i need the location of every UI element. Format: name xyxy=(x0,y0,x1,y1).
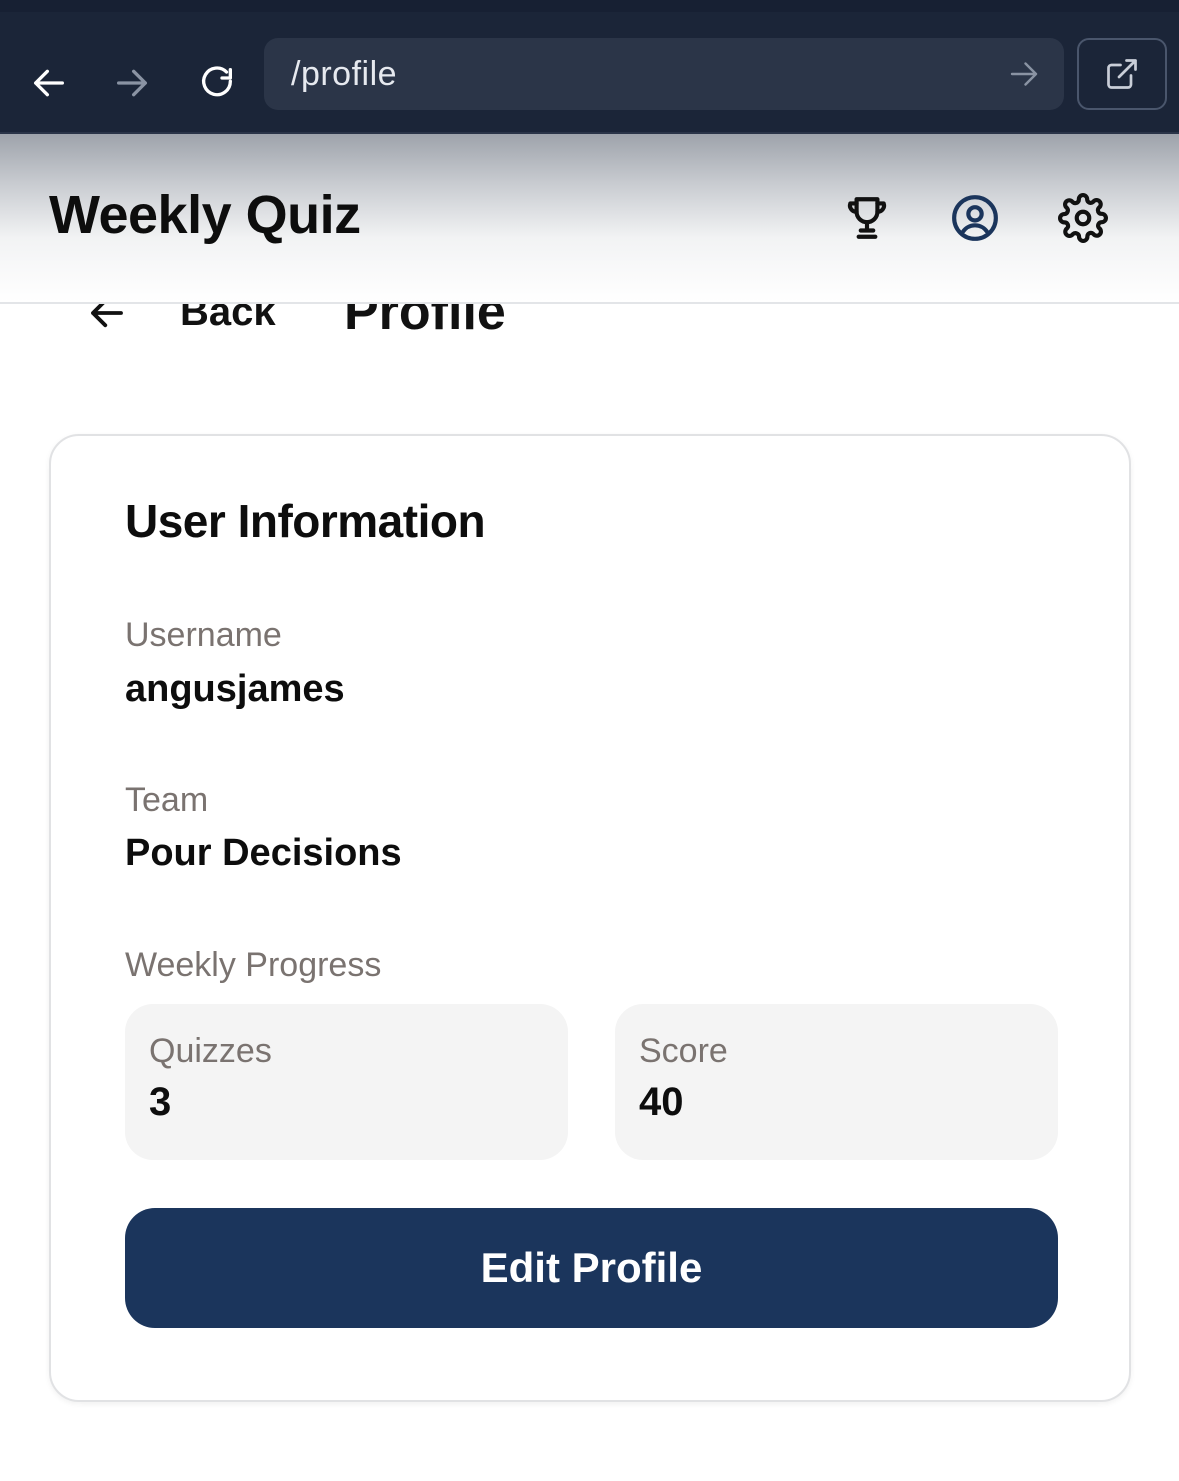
page-subheader: Back Profile xyxy=(0,304,1179,364)
open-external-button[interactable] xyxy=(1077,38,1167,110)
reload-icon xyxy=(202,66,232,97)
profile-button[interactable] xyxy=(947,190,1003,246)
arrow-left-icon xyxy=(91,304,123,328)
leaderboard-button[interactable] xyxy=(839,190,895,246)
go-arrow-icon[interactable] xyxy=(1006,56,1042,92)
url-text: /profile xyxy=(291,54,398,93)
back-link[interactable]: Back xyxy=(86,304,276,348)
score-label: Score xyxy=(639,1032,728,1070)
app-header: Weekly Quiz xyxy=(0,134,1179,304)
external-link-icon xyxy=(1107,59,1137,89)
team-value: Pour Decisions xyxy=(125,832,402,874)
app-title[interactable]: Weekly Quiz xyxy=(49,184,361,246)
browser-forward-button[interactable] xyxy=(97,48,167,118)
username-label: Username xyxy=(125,616,282,654)
quizzes-label: Quizzes xyxy=(149,1032,272,1070)
settings-button[interactable] xyxy=(1055,190,1111,246)
team-label: Team xyxy=(125,781,209,819)
trophy-icon xyxy=(847,197,887,239)
quizzes-value: 3 xyxy=(149,1080,172,1124)
back-label: Back xyxy=(180,304,276,334)
quizzes-stat: Quizzes 3 xyxy=(125,1004,568,1160)
arrow-left-icon xyxy=(34,69,64,97)
arrow-right-icon xyxy=(117,69,147,97)
card-title: User Information xyxy=(125,495,486,547)
score-stat: Score 40 xyxy=(615,1004,1058,1160)
username-value: angusjames xyxy=(125,668,345,710)
score-value: 40 xyxy=(639,1080,684,1124)
address-bar[interactable]: /profile xyxy=(264,38,1064,110)
browser-reload-button[interactable] xyxy=(182,48,252,118)
weekly-progress-label: Weekly Progress xyxy=(125,946,382,984)
user-circle-icon xyxy=(952,195,998,241)
user-information-card: User Information Username angusjames Tea… xyxy=(49,434,1131,1402)
page-title: Profile xyxy=(344,304,506,341)
browser-toolbar: /profile xyxy=(0,0,1179,134)
gear-icon xyxy=(1058,193,1108,243)
edit-profile-button[interactable]: Edit Profile xyxy=(125,1208,1058,1328)
browser-back-button[interactable] xyxy=(14,48,84,118)
